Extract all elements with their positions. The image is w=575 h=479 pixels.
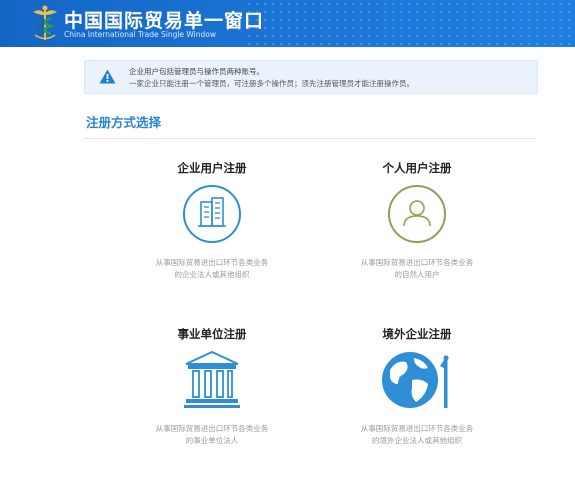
notice-text-line-2: 一家企业只能注册一个管理员，可注册多个操作员；须先注册管理员才能注册操作员。 [129, 79, 414, 88]
card-description: 的自然人用户 [394, 270, 440, 279]
site-header: 中国国际贸易单一窗口 China International Trade Sin… [0, 0, 575, 47]
card-title[interactable]: 事业单位注册 [112, 326, 312, 342]
site-subtitle: China International Trade Single Window [64, 30, 216, 39]
enterprise-register-card[interactable]: 企业用户注册 从事国际贸易进出口环节各类业务 的企业法人或其他组织 [112, 160, 312, 300]
notice-box: 企业用户包括管理员与操作员两种账号。 一家企业只能注册一个管理员，可注册多个操作… [84, 60, 538, 94]
warning-icon [99, 69, 116, 84]
site-title: 中国国际贸易单一窗口 [64, 10, 265, 32]
card-description: 的企业法人或其他组织 [174, 270, 250, 279]
individual-register-card[interactable]: 个人用户注册 从事国际贸易进出口环节各类业务 的自然人用户 [317, 160, 517, 300]
card-description: 的境外企业法人或其他组织 [372, 436, 462, 445]
notice-text-line-1: 企业用户包括管理员与操作员两种账号。 [129, 67, 264, 76]
overseas-register-card[interactable]: 境外企业注册 从事国际贸易进出口环节各类业务 的境外企业法人或其他组织 [317, 326, 517, 466]
section-title: 注册方式选择 [86, 115, 162, 130]
building-icon[interactable] [182, 184, 242, 244]
institution-register-card[interactable]: 事业单位注册 从事国际贸易进出口环节各类业务 的事业单位法人 [112, 326, 312, 466]
person-icon[interactable] [387, 184, 447, 244]
card-description: 的事业单位法人 [185, 436, 239, 445]
card-title[interactable]: 企业用户注册 [112, 160, 312, 176]
card-description: 从事国际贸易进出口环节各类业务 [360, 258, 474, 267]
card-description: 从事国际贸易进出口环节各类业务 [155, 258, 269, 267]
card-title[interactable]: 个人用户注册 [317, 160, 517, 176]
card-description: 从事国际贸易进出口环节各类业务 [360, 424, 474, 433]
globe-icon[interactable] [377, 350, 455, 410]
card-title[interactable]: 境外企业注册 [317, 326, 517, 342]
header-pattern [245, 0, 575, 47]
caduceus-logo-icon[interactable] [30, 4, 60, 42]
institution-icon[interactable] [180, 350, 244, 410]
section-divider [84, 138, 536, 139]
card-description: 从事国际贸易进出口环节各类业务 [155, 424, 269, 433]
